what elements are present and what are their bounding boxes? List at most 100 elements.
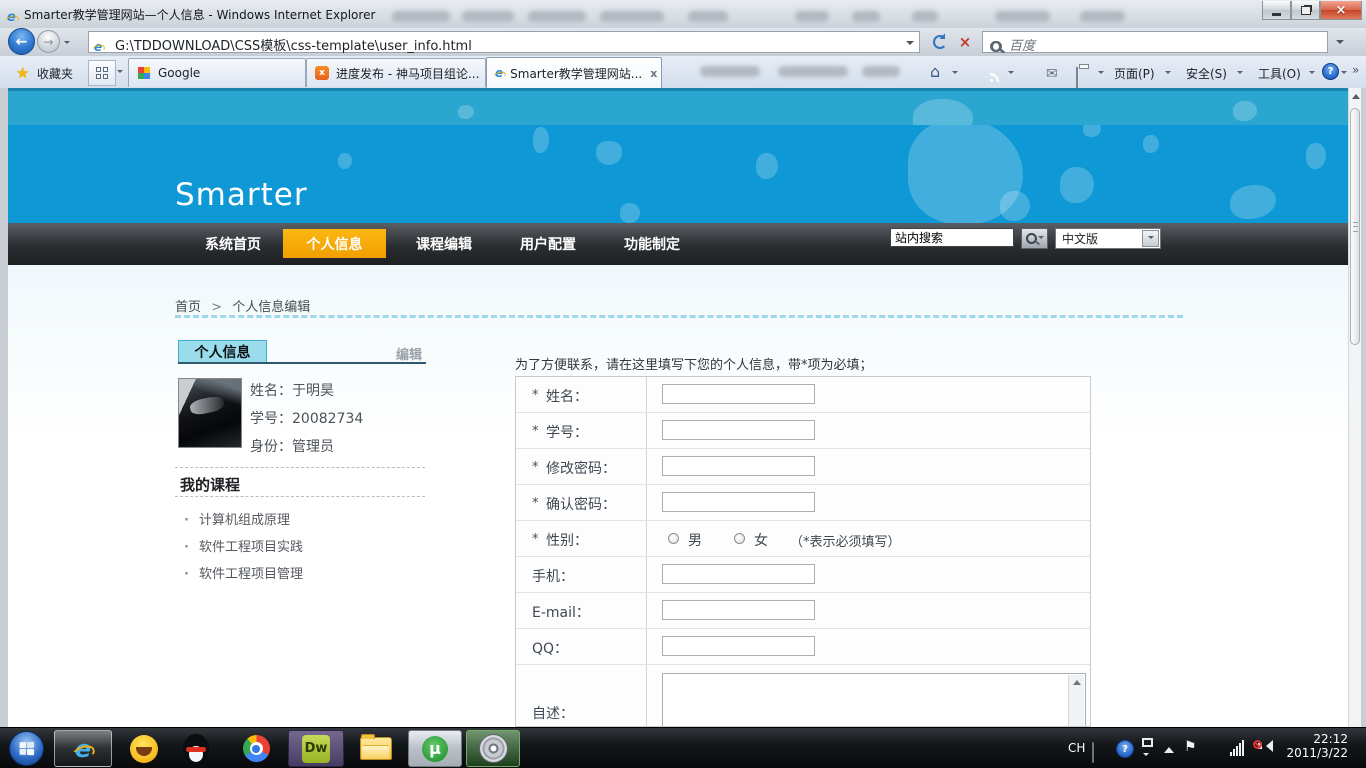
- confirm-password-input[interactable]: [662, 492, 815, 512]
- action-center-flag-icon[interactable]: [1184, 736, 1197, 755]
- taskbar-messenger-button[interactable]: [120, 730, 168, 767]
- name-input[interactable]: [662, 384, 815, 404]
- censored-blur: [528, 11, 586, 22]
- language-indicator[interactable]: CH: [1068, 741, 1085, 755]
- back-button[interactable]: ←: [8, 28, 35, 55]
- close-button[interactable]: ×: [1320, 1, 1362, 20]
- mobile-input[interactable]: [662, 564, 815, 584]
- help-dropdown-icon[interactable]: [1341, 71, 1347, 77]
- course-link[interactable]: 软件工程项目管理: [184, 563, 303, 582]
- bio-textarea[interactable]: [662, 673, 1086, 727]
- site-search-button[interactable]: [1021, 228, 1048, 249]
- tray-window-dropdown-icon[interactable]: [1143, 753, 1149, 759]
- print-dropdown-icon[interactable]: [1098, 71, 1104, 77]
- help-icon[interactable]: ?: [1322, 63, 1339, 80]
- qq-input[interactable]: [662, 636, 815, 656]
- nav-item-home[interactable]: 系统首页: [186, 223, 280, 265]
- browser-scrollbar[interactable]: [1348, 88, 1361, 727]
- taskbar-explorer-button[interactable]: [350, 730, 402, 767]
- search-go-icon[interactable]: [991, 41, 1002, 52]
- course-link[interactable]: 软件工程项目实践: [184, 536, 303, 555]
- desktop: e Smarter教学管理网站—个人信息 - Windows Internet …: [0, 0, 1366, 768]
- scroll-up-button[interactable]: [1069, 675, 1084, 689]
- start-button[interactable]: [9, 731, 44, 766]
- student-id-input[interactable]: [662, 420, 815, 440]
- home-dropdown-icon[interactable]: [952, 71, 958, 77]
- email-input[interactable]: [662, 600, 815, 620]
- site-search-input[interactable]: [890, 228, 1014, 247]
- mute-badge-icon: [1253, 740, 1262, 749]
- tray-help-icon[interactable]: ?: [1116, 740, 1134, 758]
- print-icon[interactable]: [1076, 67, 1078, 88]
- tab-close-icon[interactable]: x: [650, 67, 657, 80]
- clock[interactable]: 22:12 2011/3/22: [1286, 732, 1348, 760]
- overflow-chevron-icon[interactable]: [1352, 59, 1359, 78]
- favorites-star-icon[interactable]: [16, 63, 29, 82]
- mail-icon[interactable]: [1046, 63, 1058, 82]
- sidebar-edit-link[interactable]: 编辑: [396, 344, 422, 363]
- censored-blur: [600, 11, 664, 22]
- course-link[interactable]: 计算机组成原理: [184, 509, 290, 528]
- taskbar-disc-button[interactable]: [466, 730, 520, 767]
- quick-tabs-dropdown-icon[interactable]: [117, 70, 123, 76]
- taskbar-qq-button[interactable]: [172, 730, 220, 767]
- refresh-button[interactable]: [928, 31, 952, 53]
- taskbar-ie-button[interactable]: e: [54, 730, 112, 767]
- form-row-gender: *性别： 男 女 （*表示必须填写）: [516, 521, 1090, 557]
- sidebar-tab-profile[interactable]: 个人信息: [178, 340, 267, 363]
- splatter-decor: [1143, 135, 1159, 153]
- address-url[interactable]: G:\TDDOWNLOAD\CSS模板\css-template\user_in…: [115, 35, 472, 54]
- profile-name-line: 姓名：于明昊: [250, 380, 334, 400]
- page-menu[interactable]: 页面(P): [1114, 65, 1155, 82]
- tray-window-icon[interactable]: [1142, 738, 1153, 747]
- security-menu[interactable]: 安全(S): [1186, 65, 1227, 82]
- gender-male-radio[interactable]: [668, 533, 679, 544]
- minimize-button[interactable]: [1262, 1, 1291, 20]
- tools-dropdown-icon[interactable]: [1309, 71, 1315, 77]
- favorites-button[interactable]: 收藏夹: [37, 65, 73, 82]
- tools-menu[interactable]: 工具(O): [1258, 65, 1301, 82]
- network-icon[interactable]: [1230, 740, 1244, 756]
- triangle-up-icon: [1352, 90, 1360, 99]
- scrollbar-thumb[interactable]: [1350, 108, 1360, 345]
- search-box[interactable]: 百度: [982, 31, 1328, 53]
- search-placeholder[interactable]: 百度: [1009, 35, 1035, 54]
- tab-google[interactable]: Google: [128, 58, 306, 87]
- gender-female-radio[interactable]: [734, 533, 745, 544]
- show-hidden-icons-button[interactable]: [1164, 742, 1174, 753]
- taskbar-chrome-button[interactable]: [232, 730, 280, 767]
- required-star: *: [532, 460, 539, 475]
- language-dropdown-button[interactable]: [1142, 230, 1159, 247]
- restore-button[interactable]: [1291, 1, 1320, 20]
- address-field[interactable]: e G:\TDDOWNLOAD\CSS模板\css-template\user_…: [88, 31, 920, 53]
- forward-button[interactable]: →: [37, 30, 60, 53]
- history-dropdown-icon[interactable]: [64, 41, 70, 47]
- banner: Smarter: [8, 125, 1348, 223]
- nav-item-functions[interactable]: 功能制定: [606, 223, 698, 265]
- folder-icon: [360, 737, 392, 760]
- censored-blur: [392, 11, 450, 22]
- nav-item-users[interactable]: 用户配置: [502, 223, 594, 265]
- censored-blur: [778, 66, 848, 77]
- nav-item-courses[interactable]: 课程编辑: [398, 223, 490, 265]
- tab-xampp-forum[interactable]: x 进度发布 - 神马项目组论...: [306, 58, 486, 87]
- tab-smarter-active[interactable]: e Smarter教学管理网站... x: [486, 57, 662, 88]
- nav-item-profile[interactable]: 个人信息: [283, 229, 386, 258]
- security-dropdown-icon[interactable]: [1237, 71, 1243, 77]
- language-select[interactable]: 中文版: [1055, 228, 1161, 249]
- textarea-scrollbar[interactable]: [1068, 675, 1084, 727]
- keyboard-icon[interactable]: [1092, 742, 1094, 763]
- new-password-input[interactable]: [662, 456, 815, 476]
- home-icon[interactable]: [930, 62, 940, 81]
- tab-label: 进度发布 - 神马项目组论...: [336, 65, 479, 82]
- breadcrumb-home-link[interactable]: 首页: [175, 300, 201, 315]
- page-dropdown-icon[interactable]: [1165, 71, 1171, 77]
- quick-tabs-button[interactable]: [88, 60, 116, 86]
- stop-button[interactable]: ×: [953, 31, 977, 53]
- address-dropdown-icon[interactable]: [906, 41, 914, 49]
- taskbar-utorrent-button[interactable]: µ: [408, 730, 462, 767]
- feeds-dropdown-icon[interactable]: [1008, 71, 1014, 77]
- taskbar-dreamweaver-button[interactable]: Dw: [288, 730, 344, 767]
- search-dropdown-icon[interactable]: [1336, 40, 1344, 48]
- censored-blur: [912, 11, 938, 22]
